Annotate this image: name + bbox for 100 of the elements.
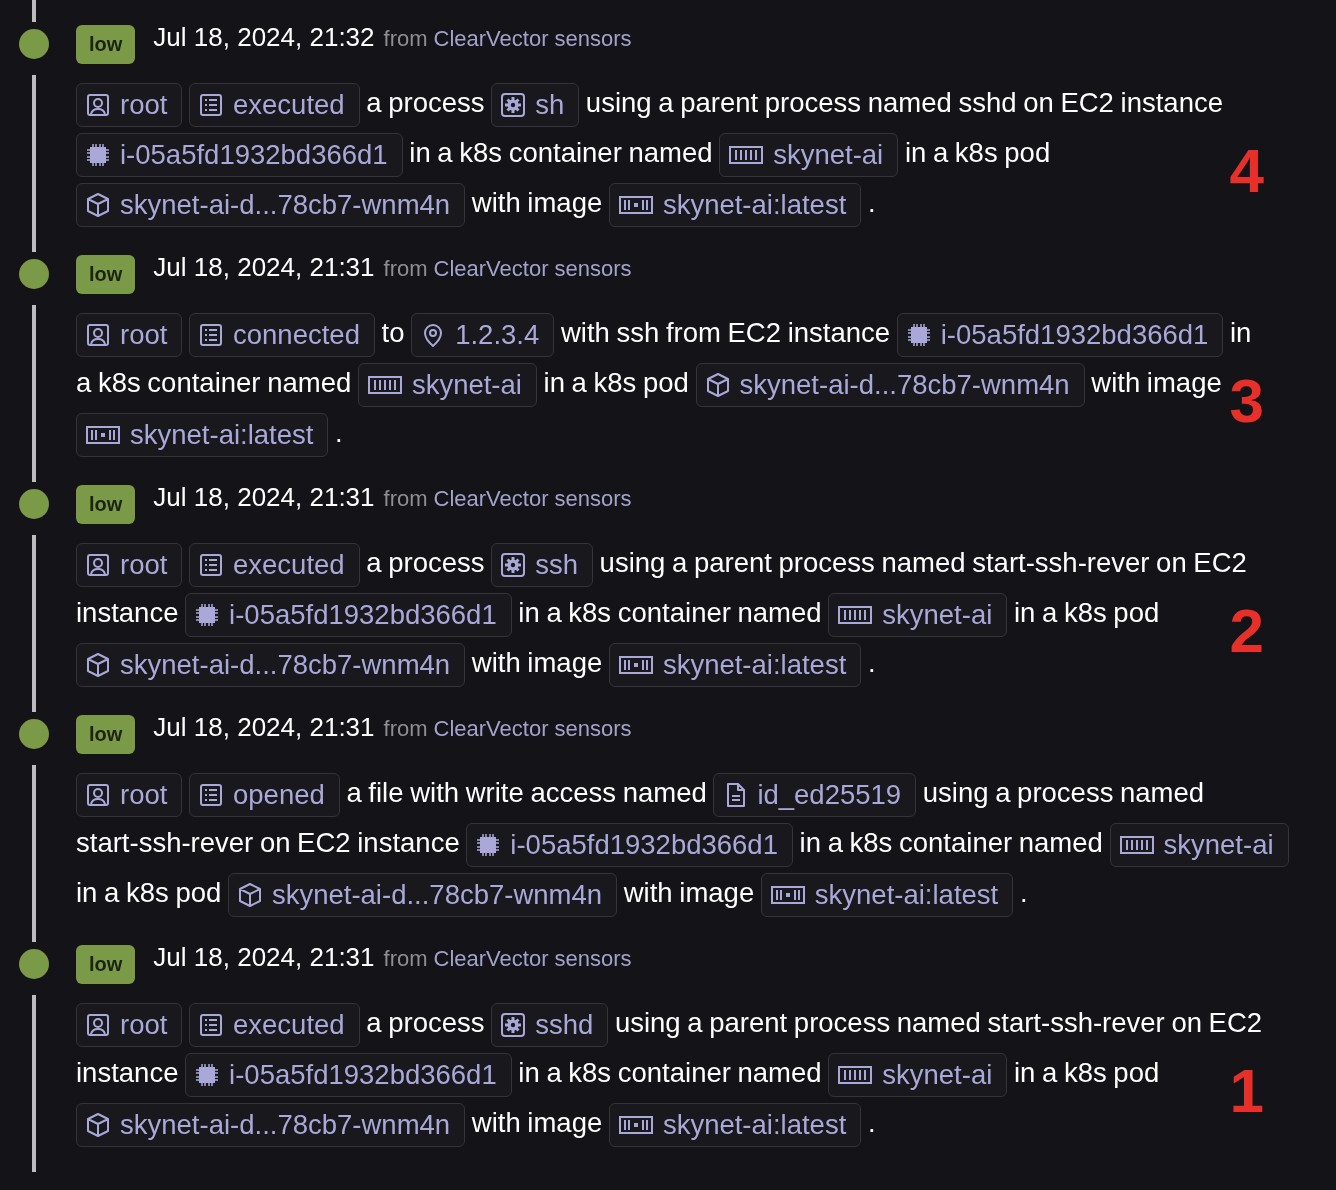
source-prefix: from [383,946,428,972]
gear-icon [500,551,527,578]
chip-icon [194,601,221,628]
event-text: . [1019,877,1028,908]
event-text: in a k8s container named [799,827,1103,858]
source-prefix: from [383,486,428,512]
event-text: with image [623,877,755,908]
event-text: in a k8s pod [76,877,222,908]
cube-icon [85,1111,111,1138]
entity-tag[interactable]: i-05a5fd1932bd366d1 [896,312,1224,357]
status-dot [19,29,49,59]
source-name: ClearVector sensors [433,946,632,972]
status-dot [19,489,49,519]
severity-badge: low [76,484,136,524]
cube-icon [236,881,263,908]
entity-tag[interactable]: skynet-ai [719,132,899,177]
user-icon [85,551,111,578]
event-text: . [867,647,876,678]
annotation-number: 4 [1229,140,1264,202]
event-text: start-ssh-rever on EC2 instance [76,827,460,858]
annotation-number: 2 [1229,600,1264,662]
entity-tag[interactable]: i-05a5fd1932bd366d1 [76,132,403,177]
status-dot [19,949,49,979]
chip-icon [194,1061,221,1088]
entity-tag[interactable]: executed [189,542,360,587]
entity-tag[interactable]: id_ed25519 [713,772,917,817]
entity-tag[interactable]: skynet-ai-d...78cb7-wnm4n [76,182,466,227]
entity-tag[interactable]: skynet-ai-d...78cb7-wnm4n [76,1102,466,1147]
event-text: with ssh from EC2 instance [560,317,891,348]
entity-tag[interactable]: root [76,772,183,817]
entity-tag[interactable]: skynet-ai-d...78cb7-wnm4n [76,642,466,687]
list-icon [198,91,225,118]
source-prefix: from [383,256,428,282]
list-icon [198,1011,225,1038]
event-time: Jul 18, 2024, 21:31 [153,942,375,973]
event-text: . [867,1107,876,1138]
event-text: a process [366,87,485,118]
entity-tag[interactable]: skynet-ai:latest [608,1102,862,1147]
entity-tag[interactable]: skynet-ai [828,1052,1008,1097]
severity-badge: low [76,24,136,64]
entity-tag[interactable]: root [76,312,183,357]
cube-icon [85,651,111,678]
chip-icon [475,831,502,858]
event-time: Jul 18, 2024, 21:32 [153,22,375,53]
event-text: a file with write access named [346,777,707,808]
entity-tag[interactable]: root [76,82,183,127]
event-text: with image [471,187,603,218]
entity-tag[interactable]: sh [491,82,580,127]
event-text: in [1230,317,1252,348]
entity-tag[interactable]: sshd [491,1002,609,1047]
event-text: using a parent process named start-ssh-rever on EC2 [599,547,1247,578]
entity-tag[interactable]: skynet-ai-d...78cb7-wnm4n [227,872,618,917]
status-dot [19,719,49,749]
entity-tag[interactable]: i-05a5fd1932bd366d1 [185,1052,512,1097]
annotation-number: 1 [1229,1060,1264,1122]
entity-tag[interactable]: ssh [491,542,593,587]
source-prefix: from [383,26,428,52]
entity-tag[interactable]: i-05a5fd1932bd366d1 [466,822,793,867]
event-text: a k8s container named [76,367,352,398]
entity-tag[interactable]: skynet-ai:latest [608,642,862,687]
event-text: using a parent process named start-ssh-rever on EC2 [614,1007,1263,1038]
entity-tag[interactable]: opened [189,772,340,817]
event-text: in a k8s container named [518,1057,822,1088]
entity-tag[interactable]: skynet-ai:latest [760,872,1014,917]
source-name: ClearVector sensors [433,486,632,512]
gear-icon [500,1011,527,1038]
gear-icon [500,91,527,118]
entity-tag[interactable]: skynet-ai:latest [608,182,862,227]
entity-tag[interactable]: connected [189,312,375,357]
source-name: ClearVector sensors [433,26,632,52]
severity-badge: low [76,254,136,294]
source-name: ClearVector sensors [433,256,632,282]
user-icon [85,1011,111,1038]
list-icon [198,781,225,808]
entity-tag[interactable]: i-05a5fd1932bd366d1 [185,592,512,637]
user-icon [85,91,111,118]
cube-icon [704,371,731,398]
entity-tag[interactable]: skynet-ai [828,592,1008,637]
event-text: a process [366,1007,485,1038]
entity-tag[interactable]: root [76,1002,183,1047]
entity-tag[interactable]: skynet-ai:latest [76,412,329,457]
entity-tag[interactable]: skynet-ai [357,362,537,407]
entity-tag[interactable]: root [76,542,183,587]
chip-icon [905,321,932,348]
entity-tag[interactable]: skynet-ai-d...78cb7-wnm4n [695,362,1085,407]
event-time: Jul 18, 2024, 21:31 [153,482,375,513]
source-prefix: from [383,716,428,742]
entity-tag[interactable]: executed [189,82,360,127]
entity-tag[interactable]: executed [189,1002,360,1047]
annotation-number: 3 [1229,370,1264,432]
status-dot [19,259,49,289]
user-icon [85,781,111,808]
event-text: in a k8s container named [409,137,713,168]
entity-tag[interactable]: 1.2.3.4 [411,312,555,357]
event-text: . [335,417,343,448]
event-text: using a process named [922,777,1205,808]
user-icon [85,321,111,348]
event-text: a process [366,547,485,578]
event-time: Jul 18, 2024, 21:31 [153,712,375,743]
entity-tag[interactable]: skynet-ai [1109,822,1289,867]
